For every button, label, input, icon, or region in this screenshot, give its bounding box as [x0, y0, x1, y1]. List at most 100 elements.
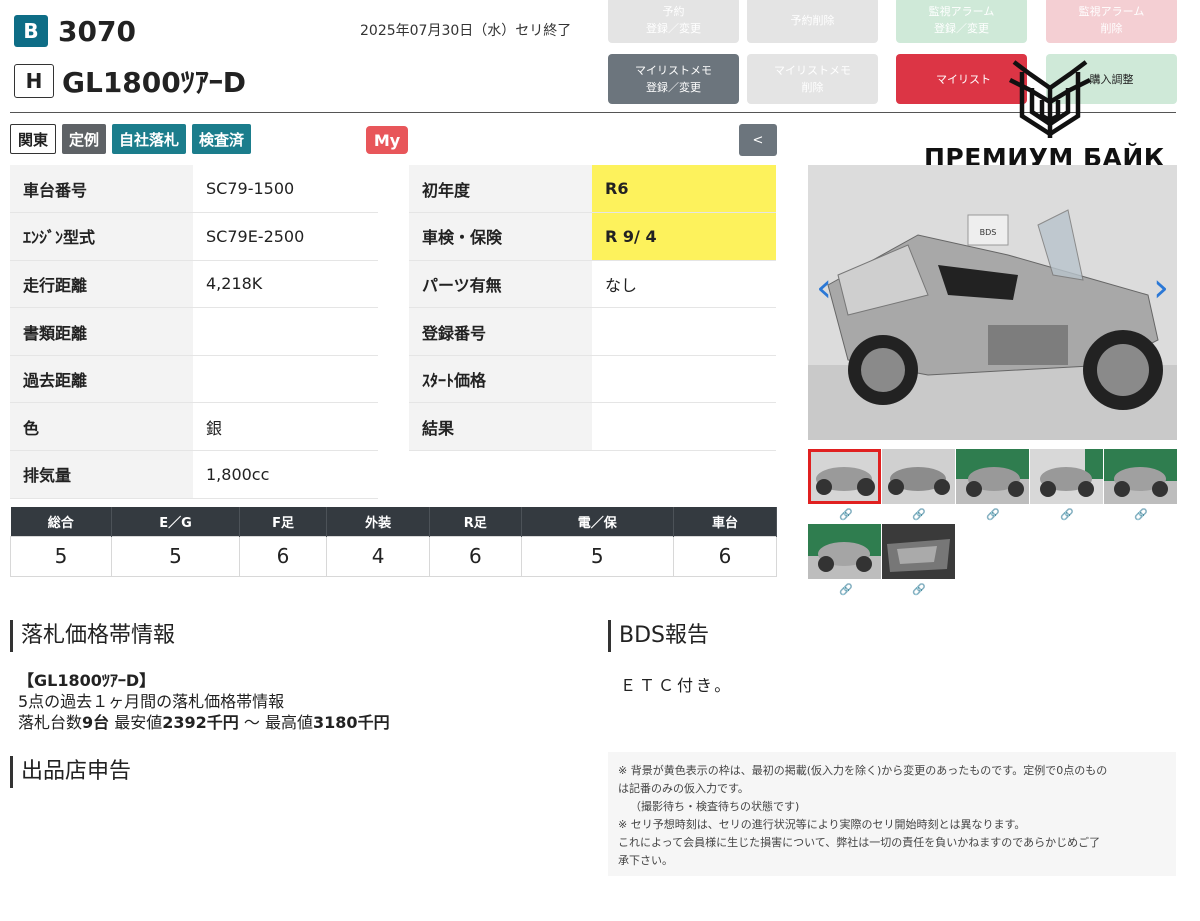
link-icon[interactable]: 🔗: [839, 583, 853, 596]
score-value: 6: [429, 535, 522, 577]
spec-value: 4,218K: [193, 260, 378, 309]
photo-thumbnail[interactable]: [1030, 449, 1103, 504]
price-min-label: 最安値: [114, 713, 163, 732]
score-value: 4: [326, 535, 431, 577]
spec-row: 色銀: [10, 402, 378, 452]
link-icon[interactable]: 🔗: [986, 508, 1000, 521]
price-line2: 落札台数9台 最安値2392千円 〜 最高値3180千円: [18, 712, 390, 733]
mylist-memo-delete-label: マイリストメモ 削除: [774, 64, 851, 94]
photo-thumbnail[interactable]: [882, 524, 955, 579]
photo-thumbnail[interactable]: [808, 524, 881, 579]
spec-label: ｽﾀｰﾄ価格: [409, 355, 592, 404]
spec-row: 登録番号: [409, 307, 776, 356]
spec-row: パーツ有無 なし: [409, 260, 776, 309]
link-icon[interactable]: 🔗: [839, 508, 853, 521]
link-icon[interactable]: 🔗: [912, 508, 926, 521]
spec-label: 車検・保険: [409, 212, 592, 261]
bds-report-text: ＥＴＣ付き。: [620, 676, 734, 695]
photo-thumbnail[interactable]: [808, 449, 881, 504]
note-line: 承下さい。: [618, 854, 673, 867]
model-name: GL1800ﾂｱｰD: [62, 66, 246, 99]
tag-inspected: 検査済: [192, 124, 252, 154]
my-badge-button[interactable]: My: [366, 126, 408, 154]
price-max-label: 最高値: [265, 713, 314, 732]
spec-value: 1,800cc: [193, 450, 378, 499]
photo-thumbnail[interactable]: [956, 449, 1029, 504]
thumbnail-image-icon: [1104, 449, 1177, 504]
score-grid: 総合 E／G F足 外装 R足 電／保 車台 5 5 6 4 6 5 6: [9, 507, 777, 577]
tag-list: 関東 定例 自社落札 検査済: [10, 124, 252, 154]
notes-box: ※ 背景が黄色表示の枠は、最初の掲載(仮入力を除く)から変更のあったものです。定…: [608, 752, 1176, 876]
price-min: 2392千円: [162, 713, 239, 732]
reserve-register-button[interactable]: 予約 登録／変更: [608, 0, 739, 43]
prev-photo-icon[interactable]: ‹: [816, 265, 832, 311]
motorcycle-photo-icon: BDS: [808, 165, 1177, 440]
note-line: これによって会員様に生じた損害について、弊社は一切の責任を負いかねますのであらか…: [618, 836, 1101, 849]
main-photo[interactable]: BDS ‹ ›: [808, 165, 1177, 440]
thumbnail-image-icon: [882, 449, 955, 504]
spec-value: なし: [592, 260, 776, 309]
spec-row: 過去距離: [10, 355, 378, 404]
spec-row: 車台番号 SC79-1500: [10, 165, 378, 214]
score-header: R足: [429, 507, 522, 536]
spec-table-right: 初年度 R6 車検・保険 R 9/ 4 パーツ有無 なし 登録番号 ｽﾀｰﾄ価格 結果: [409, 165, 776, 452]
rank-badge: H: [14, 64, 54, 98]
reserve-delete-label: 予約削除: [790, 13, 835, 27]
link-icon[interactable]: 🔗: [1060, 508, 1074, 521]
score-header: 電／保: [521, 507, 675, 536]
model-header: H GL1800ﾂｱｰD: [14, 62, 246, 100]
price-count: 9台: [82, 713, 110, 732]
score-value-row: 5 5 6 4 6 5 6: [9, 535, 777, 577]
spec-label: 走行距離: [10, 260, 193, 309]
spec-label: 結果: [409, 402, 592, 452]
link-icon[interactable]: 🔗: [912, 583, 926, 596]
photo-thumbnail[interactable]: [1104, 449, 1177, 504]
alarm-register-label: 監視アラーム 登録／変更: [928, 5, 995, 35]
seller-section-title: 出品店申告: [10, 756, 131, 788]
next-photo-icon[interactable]: ›: [1153, 265, 1169, 311]
note-line: は記番のみの仮入力です。: [618, 782, 749, 795]
lot-number: 3070: [58, 14, 136, 48]
spec-row: 排気量 1,800cc: [10, 450, 378, 499]
thumbnail-image-icon: [882, 524, 955, 579]
spec-value: [592, 307, 776, 356]
note-line: ※ 背景が黄色表示の枠は、最初の掲載(仮入力を除く)から変更のあったものです。定…: [618, 764, 1108, 777]
score-value: 6: [238, 535, 328, 577]
mylist-memo-delete-button[interactable]: マイリストメモ 削除: [747, 54, 878, 104]
spec-row: 初年度 R6: [409, 165, 776, 214]
spec-table-left: 車台番号 SC79-1500 ｴﾝｼﾞﾝ型式 SC79E-2500 走行距離 4,21…: [10, 165, 378, 499]
price-max: 3180千円: [313, 713, 390, 732]
price-separator: 〜: [243, 713, 260, 732]
thumbnail-image-icon: [956, 449, 1029, 504]
score-header: 総合: [10, 507, 113, 536]
spec-row: ｴﾝｼﾞﾝ型式 SC79E-2500: [10, 212, 378, 261]
spec-label: 登録番号: [409, 307, 592, 356]
spec-label: 初年度: [409, 165, 592, 214]
price-line1: 5点の過去１ヶ月間の落札価格帯情報: [18, 692, 285, 711]
spec-label: 排気量: [10, 450, 193, 499]
spec-row: 走行距離 4,218K: [10, 260, 378, 309]
alarm-delete-label: 監視アラーム 削除: [1078, 5, 1145, 35]
reserve-delete-button[interactable]: 予約削除: [747, 0, 878, 43]
spec-label: パーツ有無: [409, 260, 592, 309]
note-line: （撮影待ち・検査待ちの状態です): [630, 800, 800, 813]
tag-region: 関東: [10, 124, 57, 154]
score-value: 5: [9, 535, 113, 577]
alarm-register-button[interactable]: 監視アラーム 登録／変更: [896, 0, 1027, 43]
thumbnail-image-icon: [1030, 449, 1103, 504]
link-icon[interactable]: 🔗: [1134, 508, 1148, 521]
spec-row: 書類距離: [10, 307, 378, 356]
back-button[interactable]: <: [739, 124, 777, 156]
alarm-delete-button[interactable]: 監視アラーム 削除: [1046, 0, 1177, 43]
mylist-memo-register-button[interactable]: マイリストメモ 登録／変更: [608, 54, 739, 104]
thumbnail-image-icon: [808, 449, 881, 504]
thumbnail-image-icon: [808, 524, 881, 579]
spec-label: 色: [10, 402, 193, 452]
spec-row: 車検・保険 R 9/ 4: [409, 212, 776, 261]
note-line: ※ セリ予想時刻は、セリの進行状況等により実際のセリ開始時刻とは異なります。: [618, 818, 1026, 831]
score-header: F足: [239, 507, 328, 536]
spec-row: ｽﾀｰﾄ価格: [409, 355, 776, 404]
price-section-title: 落札価格帯情報: [10, 620, 175, 652]
score-header: 外装: [326, 507, 431, 536]
photo-thumbnail[interactable]: [882, 449, 955, 504]
